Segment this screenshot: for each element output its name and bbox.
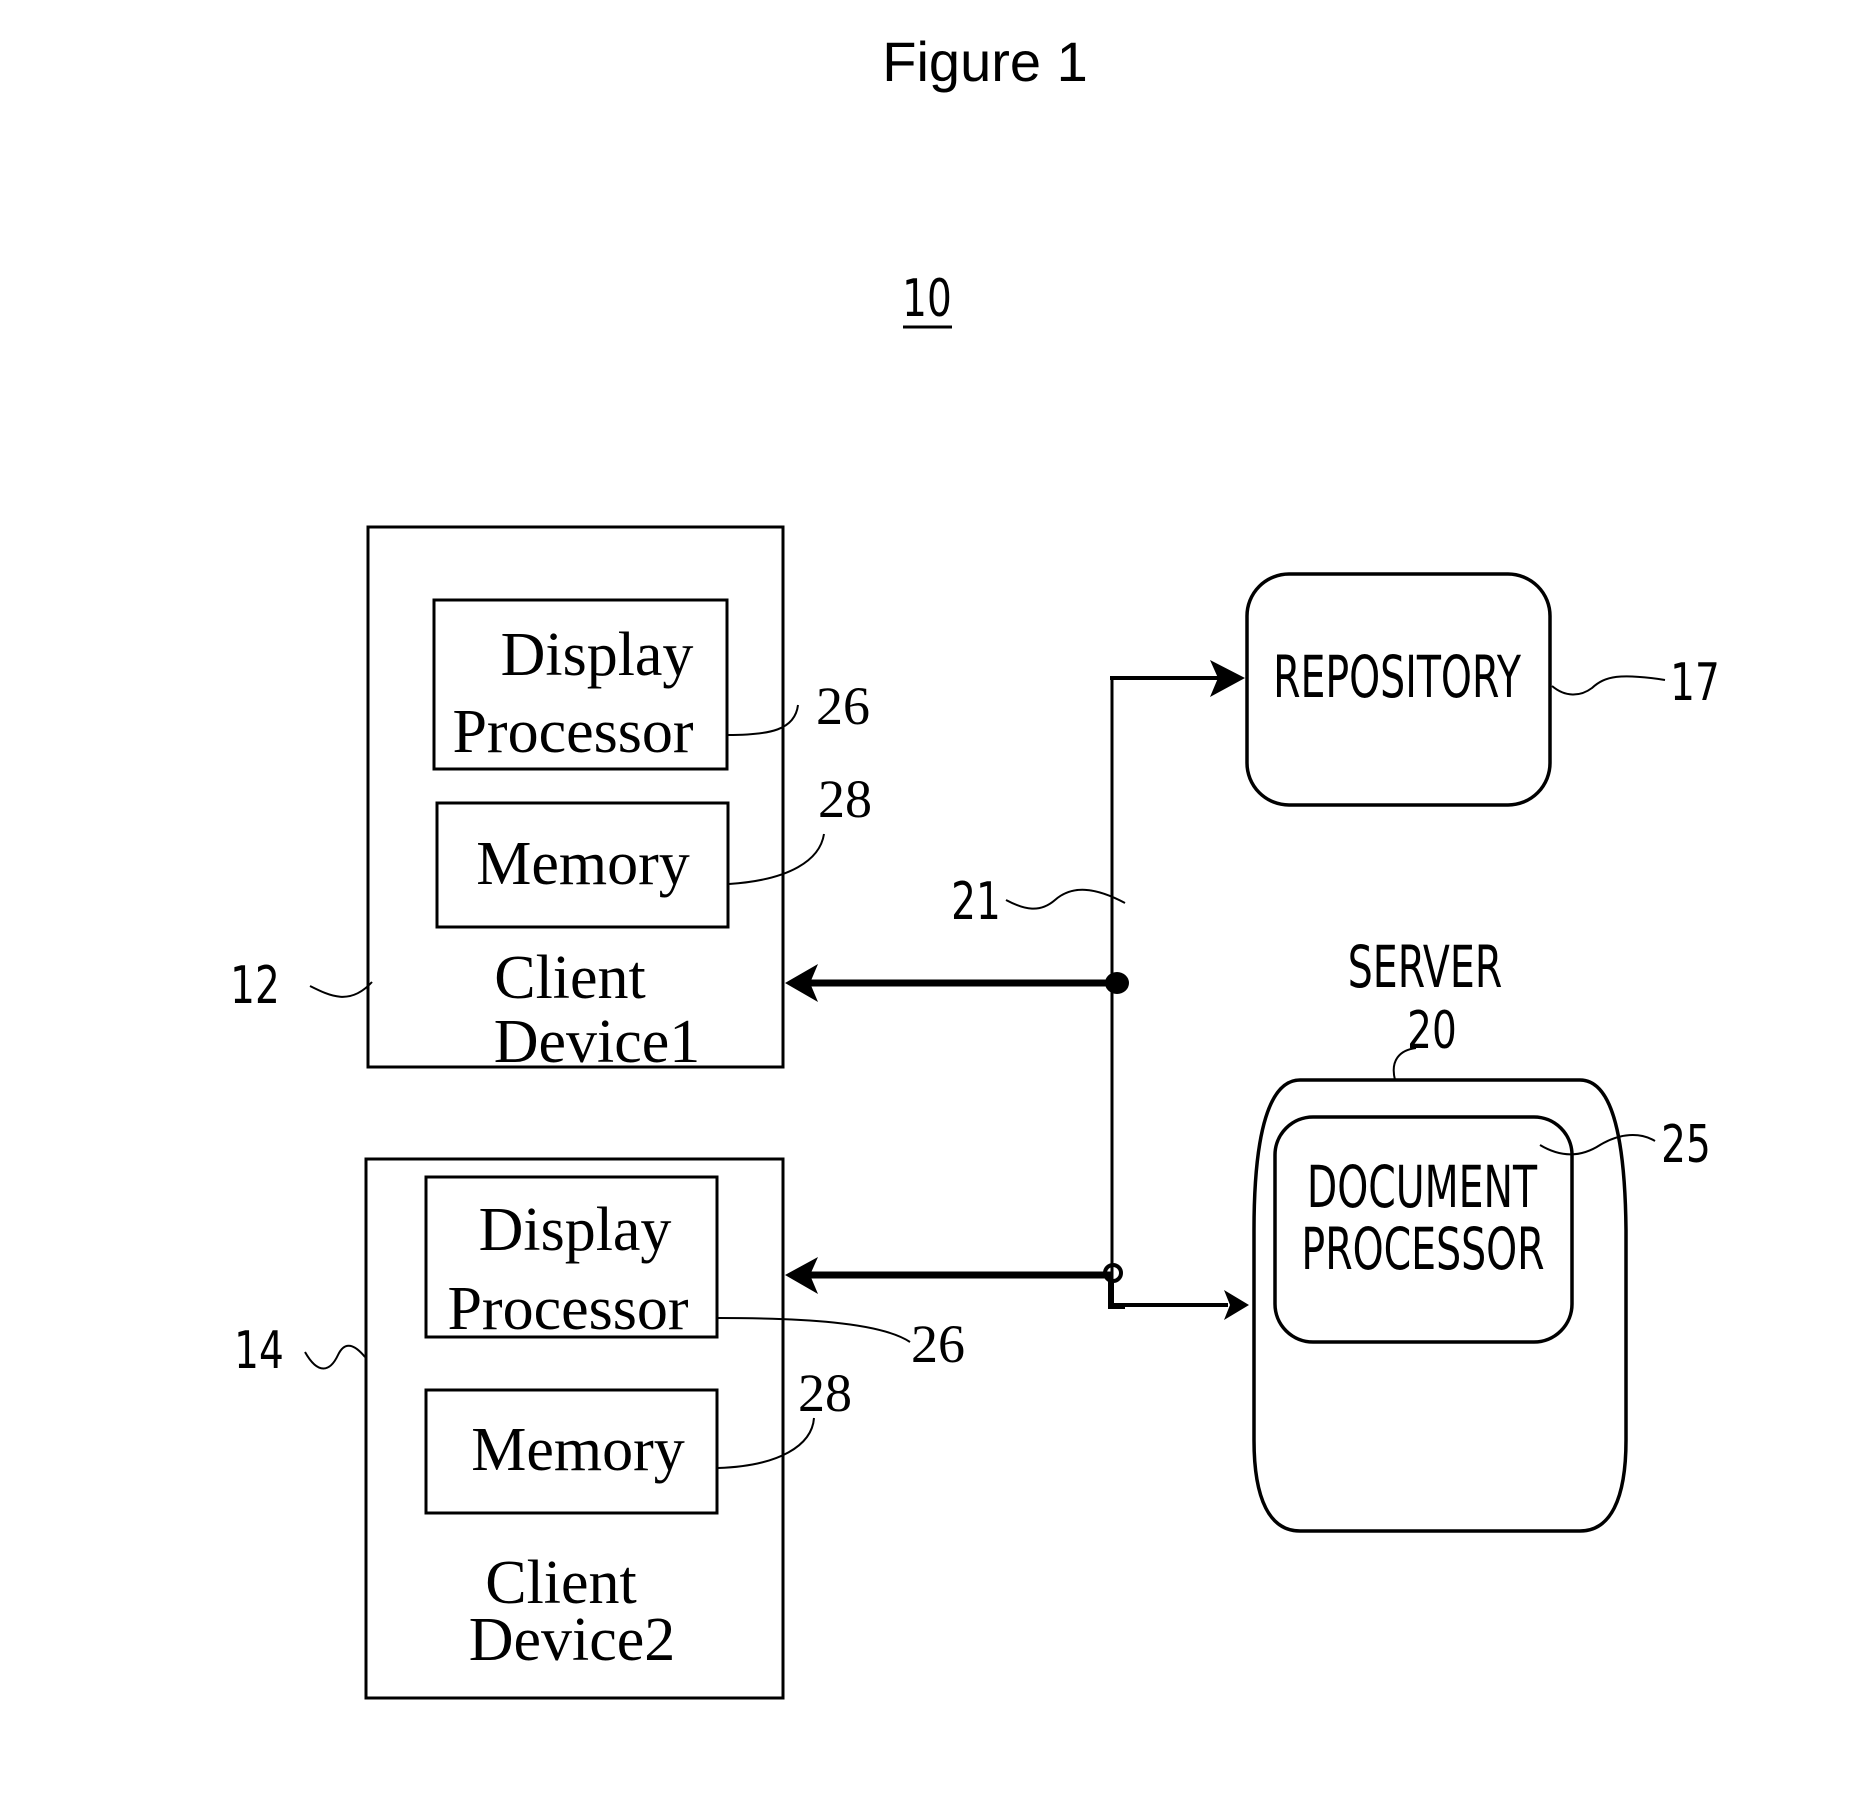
- repository-label: REPOSITORY: [1273, 643, 1521, 711]
- display-processor-1-line2: Processor: [452, 698, 693, 766]
- display-processor-1-line1: Display: [501, 621, 694, 689]
- display-processor-2-leader: [717, 1317, 911, 1343]
- bus-bottom-bend: [1108, 1280, 1125, 1309]
- system-diagram: Figure 1 10 Display Processor Memory Cli…: [230, 30, 1720, 1700]
- server: DOCUMENT PROCESSOR: [1252, 1078, 1628, 1533]
- memory-2-label: Memory: [471, 1416, 685, 1484]
- display-processor-2-ref: 26: [911, 1314, 965, 1374]
- memory-1-leader: [728, 833, 825, 885]
- client-device-2-leader: [304, 1344, 366, 1370]
- network-ref: 21: [951, 870, 1001, 931]
- document-processor-ref: 25: [1661, 1113, 1711, 1174]
- client-device-2-ref: 14: [234, 1319, 284, 1380]
- client-device-1-ref: 12: [230, 954, 280, 1015]
- system-ref-label: 10: [902, 267, 952, 328]
- client-device-2-line2: Device2: [469, 1606, 676, 1674]
- network-bus: [785, 660, 1249, 1320]
- memory-2-ref: 28: [798, 1363, 852, 1423]
- memory-1-label: Memory: [476, 830, 690, 898]
- repository-leader: [1551, 675, 1666, 696]
- client-device-2: Display Processor Memory Client Device2: [364, 1157, 785, 1700]
- display-processor-2-line2: Processor: [447, 1275, 688, 1343]
- document-processor-line1: DOCUMENT: [1307, 1153, 1538, 1221]
- repository-ref: 17: [1670, 651, 1720, 712]
- server-ref: 20: [1407, 999, 1457, 1060]
- client-device-1-line2: Device1: [494, 1008, 701, 1076]
- display-processor-2-line1: Display: [479, 1196, 672, 1264]
- display-processor-1-ref: 26: [816, 676, 870, 736]
- client-device-1-line1: Client: [494, 944, 646, 1012]
- display-processor-1-leader: [727, 704, 799, 736]
- client-device-1: Display Processor Memory Client Device1: [366, 525, 785, 1076]
- document-processor-leader: [1539, 1134, 1656, 1156]
- server-label: SERVER: [1348, 933, 1502, 1001]
- network-leader: [1005, 888, 1126, 910]
- figure-title: Figure 1: [882, 30, 1087, 93]
- memory-2-leader: [717, 1417, 815, 1469]
- junction-1-dot: [1105, 972, 1129, 994]
- repository: REPOSITORY: [1245, 572, 1552, 807]
- document-processor-line2: PROCESSOR: [1301, 1215, 1544, 1283]
- memory-1-ref: 28: [818, 769, 872, 829]
- client-device-1-leader: [309, 981, 373, 998]
